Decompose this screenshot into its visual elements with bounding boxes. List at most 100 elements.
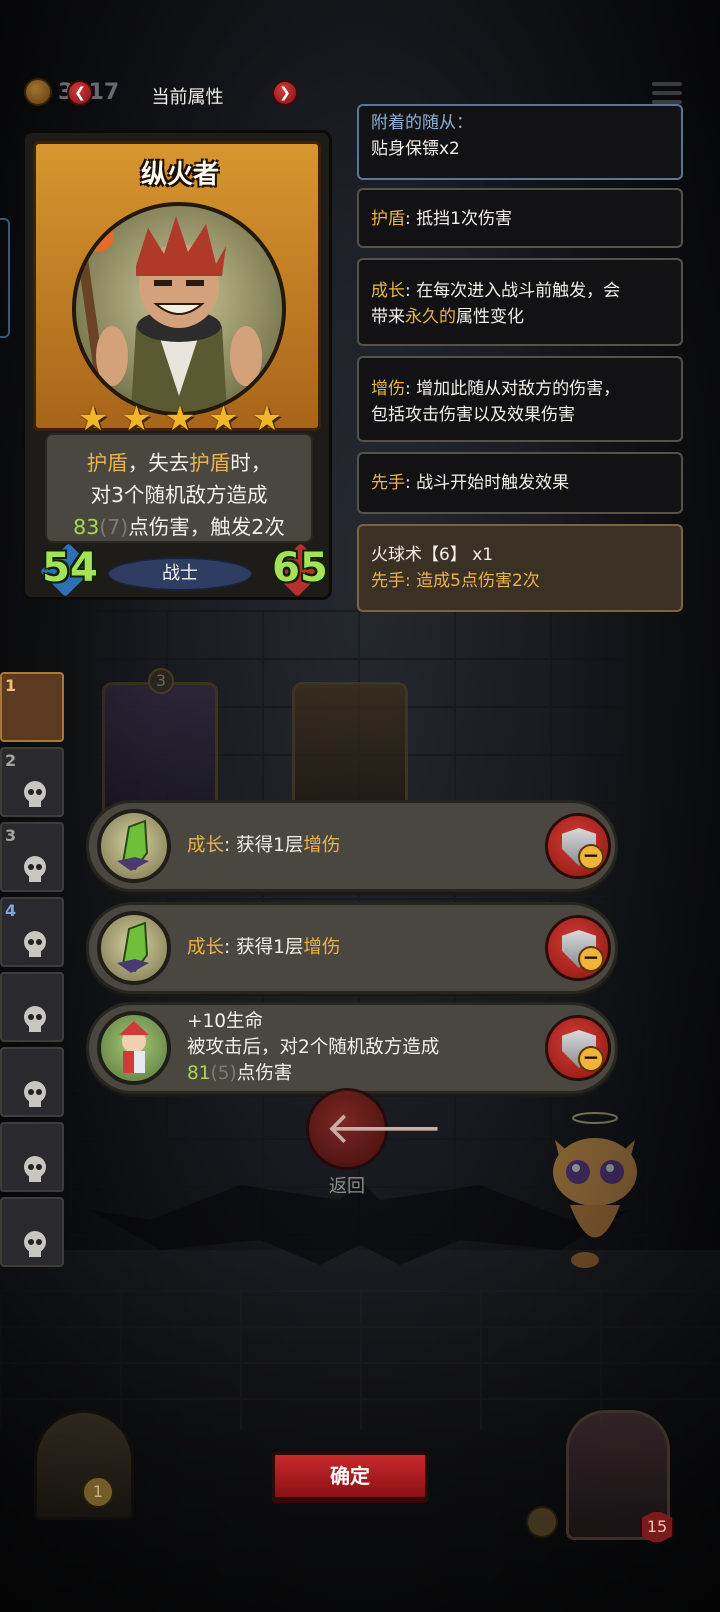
keyword-text: : 在每次进入战斗前触发，会 [405, 281, 621, 301]
dungeon-gate-icon[interactable] [34, 1410, 134, 1520]
next-arrow-button[interactable]: ❯ [272, 80, 298, 106]
attached-minions-panel: 附着的随从： 贴身保镖x2 [357, 104, 683, 180]
skull-icon [24, 1081, 46, 1107]
jester-minion-icon [97, 1011, 171, 1085]
star-rating: ★ ★ ★ ★ ★ [75, 401, 285, 437]
team-slot[interactable]: 4 [0, 897, 64, 967]
skull-icon [24, 931, 46, 957]
skull-icon [24, 1156, 46, 1182]
buff-line: 被攻击后，对2个随机敌方造成 [187, 1037, 440, 1058]
fireball-spell-panel: 火球术【6】 x1 先手: 造成5点伤害2次 [357, 524, 683, 612]
first-strike-keyword-panel: 先手: 战斗开始时触发效果 [357, 452, 683, 514]
skull-icon [24, 1006, 46, 1032]
card-frame: 纵火者 [33, 141, 321, 431]
keyword-text: : 增加此随从对敌方的伤害， [405, 379, 621, 399]
skull-icon [24, 1231, 46, 1257]
keyword-title: 先手 [371, 473, 405, 493]
buff-description: +10生命 被攻击后，对2个随机敌方造成 81(5)点伤害 [187, 1005, 527, 1091]
star-icon: ★ [121, 399, 152, 439]
keyword-title: 增伤 [371, 379, 405, 399]
desc-text: ，失去 [127, 451, 190, 475]
buff-title: 成长 [187, 937, 225, 958]
attached-value: 贴身保镖x2 [371, 139, 460, 159]
gold-coin-icon [24, 78, 52, 106]
attribute-title: 当前属性 [151, 87, 224, 108]
team-roster: 1 2 3 4 [0, 672, 66, 1272]
skull-icon [24, 781, 46, 807]
attached-label: 附着的随从： [371, 113, 473, 133]
slot-number: 3 [5, 826, 17, 845]
buff-text: : 获得1层 [224, 835, 304, 856]
buff-text: : 获得1层 [224, 937, 304, 958]
green-crystal-icon [97, 809, 171, 883]
star-icon: ★ [251, 399, 283, 439]
prev-arrow-button[interactable]: ❮ [67, 80, 93, 106]
keyword-highlight: 永久的 [405, 307, 456, 327]
buff-row: +10生命 被攻击后，对2个随机敌方造成 81(5)点伤害 − [86, 1002, 618, 1094]
damage-boost-keyword-panel: 增伤: 增加此随从对敌方的伤害， 包括攻击伤害以及效果伤害 [357, 356, 683, 442]
back-button[interactable]: 🡐 [306, 1088, 443, 1170]
keyword-text: 属性变化 [456, 307, 524, 327]
back-label[interactable]: 返回 [300, 1172, 394, 1198]
minus-icon: − [578, 1046, 604, 1072]
slot-number: 1 [5, 676, 17, 695]
back-arrow-icon: 🡐 [325, 1103, 443, 1154]
slot-number: 2 [5, 751, 17, 770]
desc-text: 点伤害，触发2次 [128, 515, 285, 539]
damage-base-value: (5) [210, 1063, 237, 1084]
desc-line-1: 护盾，失去护盾时， [53, 447, 305, 479]
remove-buff-button[interactable]: − [545, 813, 611, 879]
keyword-text: 包括攻击伤害以及效果伤害 [371, 405, 575, 425]
keyword-text: : 战斗开始时触发效果 [405, 473, 570, 493]
team-slot[interactable]: 1 [0, 672, 64, 742]
health-stat: 65 [272, 545, 328, 591]
minus-icon: − [578, 946, 604, 972]
skull-icon [24, 856, 46, 882]
team-slot[interactable] [0, 1197, 64, 1267]
buff-row: 成长: 获得1层增伤 − [86, 800, 618, 892]
team-slot[interactable] [0, 972, 64, 1042]
team-slot[interactable] [0, 1047, 64, 1117]
minus-icon: − [578, 844, 604, 870]
growth-keyword-panel: 成长: 在每次进入战斗前触发，会 带来永久的属性变化 [357, 258, 683, 346]
hero-name: 纵火者 [140, 160, 219, 190]
menu-icon[interactable] [652, 82, 682, 106]
damage-value: 81 [187, 1063, 211, 1084]
buff-row: 成长: 获得1层增伤 − [86, 902, 618, 994]
team-slot[interactable]: 2 [0, 747, 64, 817]
slot-number: 4 [5, 901, 17, 920]
spell-text: : 造成5点伤害2次 [405, 571, 540, 591]
class-badge: 战士 [107, 557, 253, 591]
star-icon: ★ [77, 399, 109, 439]
green-crystal-icon [97, 911, 171, 985]
team-slot[interactable] [0, 1122, 64, 1192]
keyword-title: 成长 [371, 281, 405, 301]
attack-stat: 54 [42, 545, 98, 591]
shield-keyword-panel: 护盾: 抵挡1次伤害 [357, 188, 683, 248]
buff-text: 点伤害 [236, 1063, 293, 1084]
remove-buff-button[interactable]: − [545, 1015, 611, 1081]
torch-icon[interactable] [526, 1506, 558, 1538]
team-slot[interactable]: 3 [0, 822, 64, 892]
remove-buff-button[interactable]: − [545, 915, 611, 981]
left-edge-tab [0, 218, 10, 338]
gate-count-badge: 1 [82, 1476, 114, 1508]
buff-keyword: 增伤 [303, 937, 341, 958]
desc-line-2: 对3个随机敌方造成 [90, 483, 268, 507]
star-icon: ★ [208, 399, 239, 439]
hero-card: 纵火者 ★ ★ ★ ★ ★ 护盾，失去护盾时， 对3个随机敌方造成 83(7)点… [22, 130, 332, 600]
keyword-title: 护盾 [371, 209, 405, 229]
confirm-button[interactable]: 确定 [272, 1452, 428, 1500]
hero-portrait [72, 202, 286, 416]
buff-description: 成长: 获得1层增伤 [187, 905, 527, 991]
hero-ability-description: 护盾，失去护盾时， 对3个随机敌方造成 83(7)点伤害，触发2次 [45, 433, 313, 543]
desc-text: 时， [230, 451, 272, 475]
damage-base-value: (7) [99, 515, 129, 539]
keyword-title: 先手 [371, 571, 405, 591]
keyword-shield: 护盾 [86, 451, 128, 475]
desc-line-3: 83(7)点伤害，触发2次 [53, 511, 305, 543]
buff-title: 成长 [187, 835, 225, 856]
star-icon: ★ [164, 399, 196, 439]
spell-title: 火球术【6】 x1 [371, 545, 494, 565]
keyword-shield: 护盾 [189, 451, 231, 475]
